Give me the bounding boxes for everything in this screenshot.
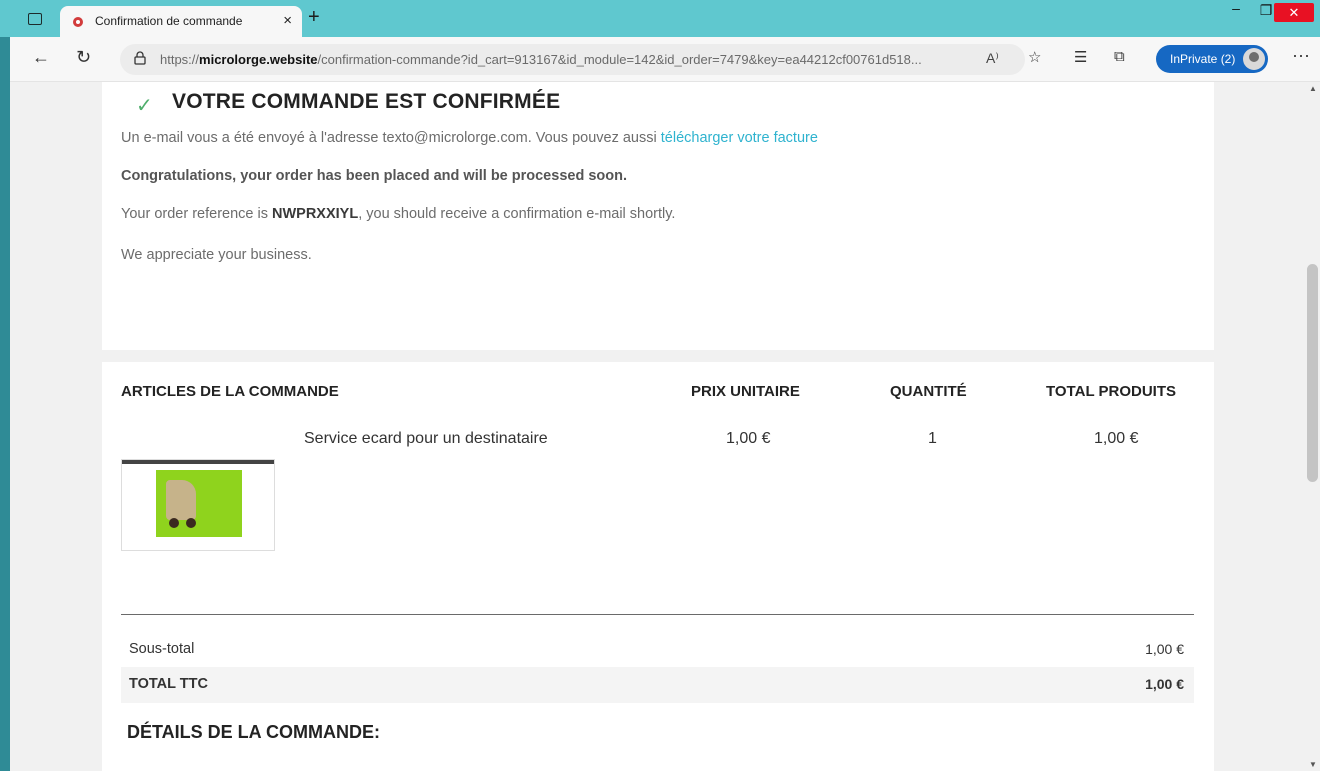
product-thumbnail xyxy=(121,459,275,551)
item-unit-price: 1,00 € xyxy=(726,430,771,447)
new-tab-button[interactable]: + xyxy=(308,6,320,29)
tab-actions-icon[interactable] xyxy=(28,13,42,25)
inprivate-profile-button[interactable]: InPrivate (2) xyxy=(1156,45,1268,73)
browser-tab[interactable]: Confirmation de commande × xyxy=(60,6,302,37)
favorites-icon[interactable]: ☰ xyxy=(1074,48,1087,66)
thanks-text: We appreciate your business. xyxy=(121,247,312,263)
scroll-down-icon[interactable]: ▼ xyxy=(1309,760,1317,769)
refresh-icon[interactable]: ↻ xyxy=(76,47,91,68)
item-name: Service ecard pour un destinataire xyxy=(304,430,548,447)
order-reference-text: Your order reference is NWPRXXIYL, you s… xyxy=(121,206,676,222)
scroll-up-icon[interactable]: ▲ xyxy=(1309,84,1317,93)
collections-icon[interactable]: ⧉ xyxy=(1114,48,1125,65)
tab-close-icon[interactable]: × xyxy=(283,12,292,29)
order-reference-code: NWPRXXIYL xyxy=(272,206,359,222)
address-bar[interactable]: https://microlorge.website/confirmation-… xyxy=(120,44,1025,75)
totals-divider xyxy=(121,614,1194,615)
header-quantity: QUANTITÉ xyxy=(890,383,967,400)
lock-icon[interactable] xyxy=(134,51,146,65)
header-total: TOTAL PRODUITS xyxy=(1046,383,1177,400)
header-unit-price: PRIX UNITAIRE xyxy=(691,383,800,400)
page-viewport: ✓ VOTRE COMMANDE EST CONFIRMÉE Un e-mail… xyxy=(10,82,1305,771)
read-aloud-icon[interactable]: A⁾ xyxy=(986,50,999,67)
check-icon: ✓ xyxy=(136,95,153,117)
congrats-text: Congratulations, your order has been pla… xyxy=(121,168,627,184)
favorites-add-icon[interactable]: ☆ xyxy=(1028,48,1041,66)
invoice-download-link[interactable]: télécharger votre facture xyxy=(661,130,818,146)
url-text[interactable]: https://microlorge.website/confirmation-… xyxy=(160,52,922,67)
total-value: 1,00 € xyxy=(1145,676,1184,692)
confirmation-title: VOTRE COMMANDE EST CONFIRMÉE xyxy=(172,90,561,113)
header-items: ARTICLES DE LA COMMANDE xyxy=(121,383,339,400)
close-window-button[interactable]: ✕ xyxy=(1274,3,1314,22)
more-menu-icon[interactable]: ··· xyxy=(1292,45,1310,66)
page-scrollbar[interactable]: ▲ ▼ xyxy=(1305,82,1320,771)
browser-toolbar: ← ↻ https://microlorge.website/confirmat… xyxy=(10,37,1320,82)
subtotal-value: 1,00 € xyxy=(1145,641,1184,657)
window-edge xyxy=(0,37,10,771)
minimize-button[interactable]: – xyxy=(1222,0,1250,24)
tab-title: Confirmation de commande xyxy=(95,14,243,28)
order-details-title: DÉTAILS DE LA COMMANDE: xyxy=(127,722,380,742)
order-items-card xyxy=(102,362,1214,771)
item-total: 1,00 € xyxy=(1094,430,1139,447)
inprivate-label: InPrivate (2) xyxy=(1170,52,1236,66)
back-arrow-icon[interactable]: ← xyxy=(32,47,50,68)
total-label: TOTAL TTC xyxy=(129,676,208,692)
email-notice: Un e-mail vous a été envoyé à l'adresse … xyxy=(121,130,818,146)
avatar xyxy=(1243,48,1265,70)
item-quantity: 1 xyxy=(928,430,937,447)
total-row: TOTAL TTC 1,00 € xyxy=(121,667,1194,703)
subtotal-row: Sous-total 1,00 € xyxy=(121,632,1194,666)
scrollbar-thumb[interactable] xyxy=(1307,264,1318,482)
browser-titlebar: Confirmation de commande × + – ❐ ✕ xyxy=(0,0,1320,37)
subtotal-label: Sous-total xyxy=(129,641,195,657)
site-favicon-icon xyxy=(73,17,83,27)
